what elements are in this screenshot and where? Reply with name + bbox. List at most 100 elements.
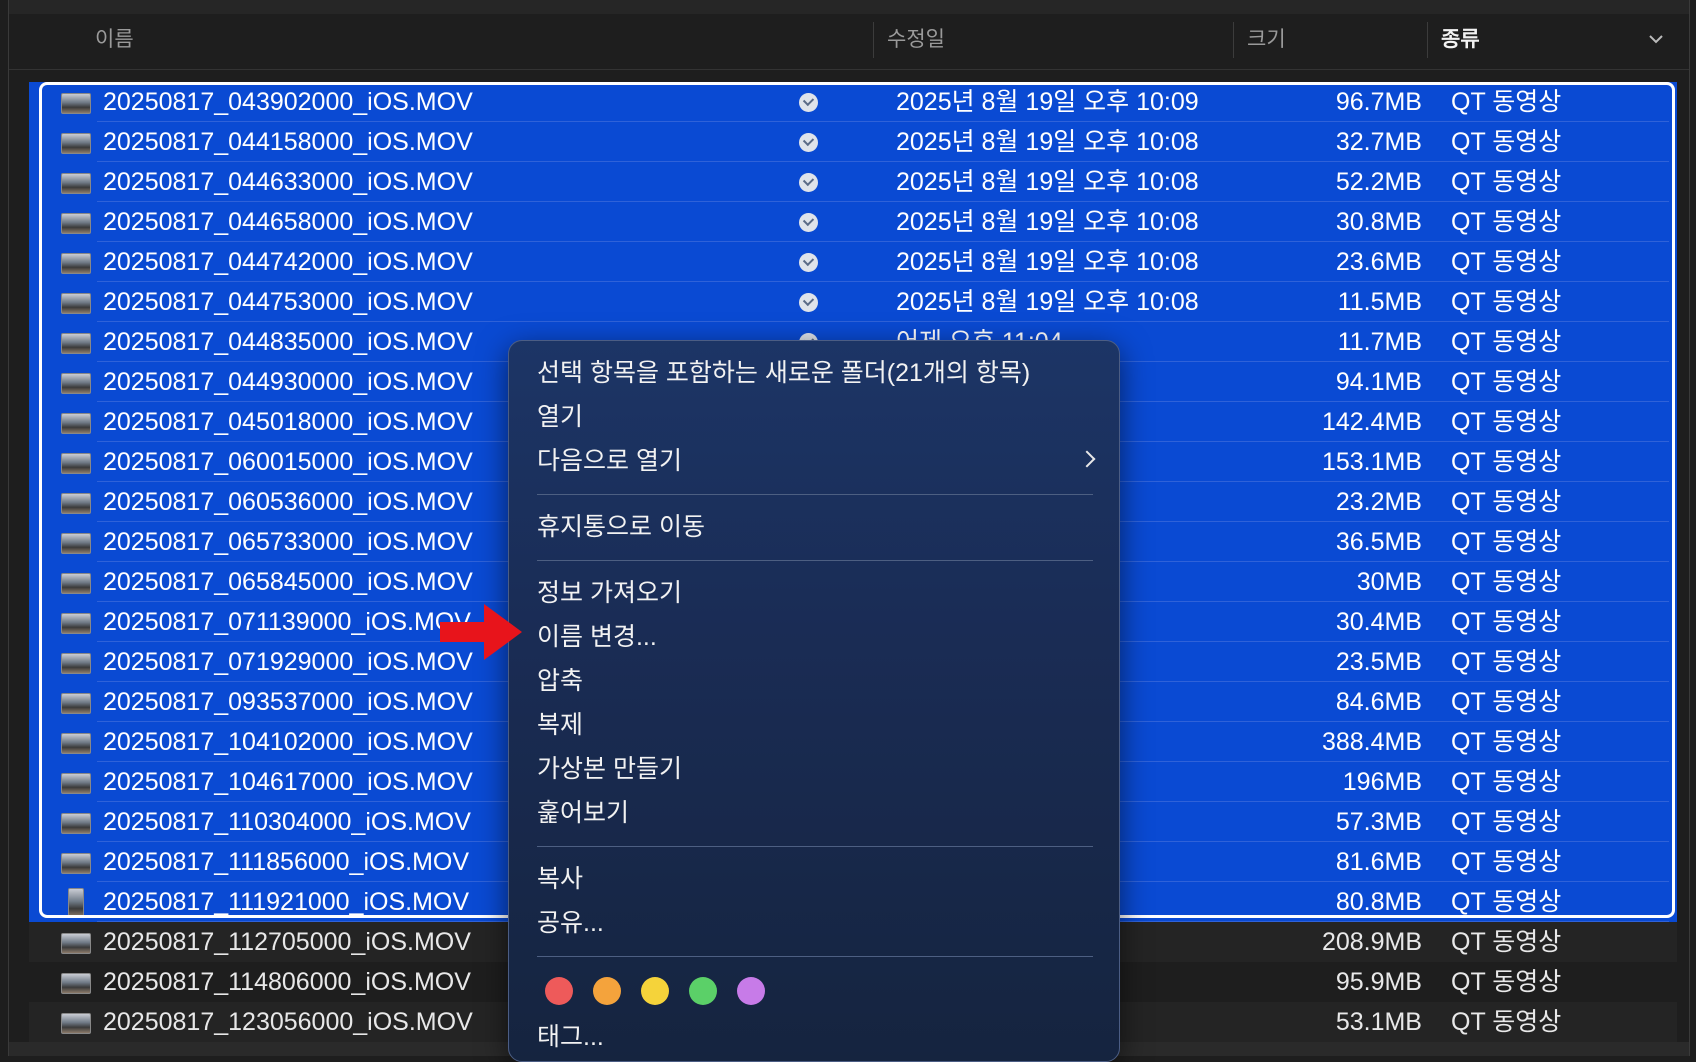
- file-size: 95.9MB: [1335, 968, 1422, 996]
- tag-color-orange[interactable]: [593, 977, 621, 1005]
- column-name-header[interactable]: 이름: [95, 14, 134, 69]
- file-size: 196MB: [1342, 768, 1422, 796]
- video-thumbnail-icon: [61, 413, 91, 434]
- file-row[interactable]: 20250817_044753000_iOS.MOV 2025년 8월 19일 오…: [29, 282, 1677, 322]
- menu-divider: [537, 494, 1093, 495]
- tag-color-purple[interactable]: [737, 977, 765, 1005]
- file-size: 94.1MB: [1335, 368, 1422, 396]
- file-name: 20250817_045018000_iOS.MOV: [103, 408, 473, 436]
- video-thumbnail-icon: [61, 933, 91, 954]
- chevron-right-icon: [1078, 450, 1096, 468]
- file-name: 20250817_065733000_iOS.MOV: [103, 528, 473, 556]
- video-thumbnail-icon: [61, 693, 91, 714]
- video-thumbnail-icon: [61, 733, 91, 754]
- file-row[interactable]: 20250817_044158000_iOS.MOV 2025년 8월 19일 오…: [29, 122, 1677, 162]
- file-name: 20250817_044742000_iOS.MOV: [103, 248, 473, 276]
- video-thumbnail-icon: [61, 853, 91, 874]
- file-name: 20250817_065845000_iOS.MOV: [103, 568, 473, 596]
- red-arrow-annotation-icon: [440, 604, 522, 660]
- video-thumbnail-icon: [61, 373, 91, 394]
- menu-item-open[interactable]: 열기: [537, 397, 1097, 437]
- file-kind: QT 동영상: [1451, 408, 1562, 436]
- tag-color-red[interactable]: [545, 977, 573, 1005]
- menu-item-open-with-label: 다음으로 열기: [537, 447, 682, 475]
- file-name: 20250817_071929000_iOS.MOV: [103, 648, 473, 676]
- column-separator[interactable]: [873, 22, 874, 58]
- menu-item-open-with[interactable]: 다음으로 열기: [537, 441, 1097, 481]
- menu-item-compress[interactable]: 압축: [537, 661, 1097, 701]
- file-row[interactable]: 20250817_044742000_iOS.MOV 2025년 8월 19일 오…: [29, 242, 1677, 282]
- file-kind: QT 동영상: [1451, 288, 1562, 316]
- file-modified-date: 2025년 8월 19일 오후 10:08: [896, 128, 1199, 156]
- file-kind: QT 동영상: [1451, 248, 1562, 276]
- menu-item-share[interactable]: 공유...: [537, 903, 1097, 943]
- file-size: 23.6MB: [1335, 248, 1422, 276]
- icloud-synced-icon: [799, 173, 818, 192]
- column-kind-header[interactable]: 종류: [1441, 14, 1480, 69]
- menu-item-copy[interactable]: 복사: [537, 859, 1097, 899]
- file-kind: QT 동영상: [1451, 888, 1562, 916]
- tag-color-yellow[interactable]: [641, 977, 669, 1005]
- file-modified-date: 2025년 8월 19일 오후 10:08: [896, 208, 1199, 236]
- file-name: 20250817_060536000_iOS.MOV: [103, 488, 473, 516]
- file-row[interactable]: 20250817_043902000_iOS.MOV 2025년 8월 19일 오…: [29, 82, 1677, 122]
- video-thumbnail-icon: [61, 813, 91, 834]
- file-size: 32.7MB: [1335, 128, 1422, 156]
- file-size: 142.4MB: [1321, 408, 1422, 436]
- column-modified-header[interactable]: 수정일: [887, 14, 945, 69]
- file-name: 20250817_044835000_iOS.MOV: [103, 328, 473, 356]
- file-size: 30MB: [1356, 568, 1422, 596]
- menu-item-duplicate[interactable]: 복제: [537, 705, 1097, 745]
- icloud-synced-icon: [799, 133, 818, 152]
- file-name: 20250817_044158000_iOS.MOV: [103, 128, 473, 156]
- file-name: 20250817_044658000_iOS.MOV: [103, 208, 473, 236]
- video-thumbnail-icon: [61, 493, 91, 514]
- menu-item-rename[interactable]: 이름 변경...: [537, 617, 1097, 657]
- file-size: 57.3MB: [1335, 808, 1422, 836]
- file-name: 20250817_060015000_iOS.MOV: [103, 448, 473, 476]
- file-kind: QT 동영상: [1451, 848, 1562, 876]
- video-thumbnail-icon: [68, 888, 84, 918]
- column-size-header[interactable]: 크기: [1247, 14, 1286, 69]
- file-kind: QT 동영상: [1451, 728, 1562, 756]
- file-name: 20250817_111856000_iOS.MOV: [103, 848, 470, 876]
- chevron-down-icon[interactable]: [1649, 32, 1663, 46]
- column-header: 이름 수정일 크기 종류: [9, 14, 1689, 70]
- video-thumbnail-icon: [61, 213, 91, 234]
- file-kind: QT 동영상: [1451, 808, 1562, 836]
- file-kind: QT 동영상: [1451, 488, 1562, 516]
- file-name: 20250817_044753000_iOS.MOV: [103, 288, 473, 316]
- file-row[interactable]: 20250817_044658000_iOS.MOV 2025년 8월 19일 오…: [29, 202, 1677, 242]
- menu-item-make-alias[interactable]: 가상본 만들기: [537, 749, 1097, 789]
- file-size: 23.5MB: [1335, 648, 1422, 676]
- file-kind: QT 동영상: [1451, 968, 1562, 996]
- toolbar-strip: [9, 0, 1689, 15]
- file-size: 153.1MB: [1321, 448, 1422, 476]
- menu-item-get-info[interactable]: 정보 가져오기: [537, 573, 1097, 613]
- file-row[interactable]: 20250817_044633000_iOS.MOV 2025년 8월 19일 오…: [29, 162, 1677, 202]
- tag-color-green[interactable]: [689, 977, 717, 1005]
- file-name: 20250817_110304000_iOS.MOV: [103, 808, 471, 836]
- file-kind: QT 동영상: [1451, 568, 1562, 596]
- context-menu: 선택 항목을 포함하는 새로운 폴더(21개의 항목) 열기 다음으로 열기 휴…: [508, 340, 1120, 1062]
- file-name: 20250817_043902000_iOS.MOV: [103, 88, 473, 116]
- file-kind: QT 동영상: [1451, 208, 1562, 236]
- file-name: 20250817_114806000_iOS.MOV: [103, 968, 471, 996]
- video-thumbnail-icon: [61, 973, 91, 994]
- column-separator[interactable]: [1427, 22, 1428, 58]
- menu-item-move-to-trash[interactable]: 휴지통으로 이동: [537, 507, 1097, 547]
- menu-item-new-folder-with-selection[interactable]: 선택 항목을 포함하는 새로운 폴더(21개의 항목): [537, 353, 1097, 393]
- menu-item-tags[interactable]: 태그...: [537, 1017, 1097, 1057]
- file-size: 81.6MB: [1335, 848, 1422, 876]
- file-name: 20250817_044930000_iOS.MOV: [103, 368, 473, 396]
- video-thumbnail-icon: [61, 253, 91, 274]
- file-size: 52.2MB: [1335, 168, 1422, 196]
- file-kind: QT 동영상: [1451, 1008, 1562, 1036]
- file-size: 30.8MB: [1335, 208, 1422, 236]
- video-thumbnail-icon: [61, 453, 91, 474]
- file-size: 11.7MB: [1337, 328, 1422, 356]
- column-separator[interactable]: [1233, 22, 1234, 58]
- menu-item-quick-look[interactable]: 훑어보기: [537, 793, 1097, 833]
- menu-divider: [537, 846, 1093, 847]
- icloud-synced-icon: [799, 213, 818, 232]
